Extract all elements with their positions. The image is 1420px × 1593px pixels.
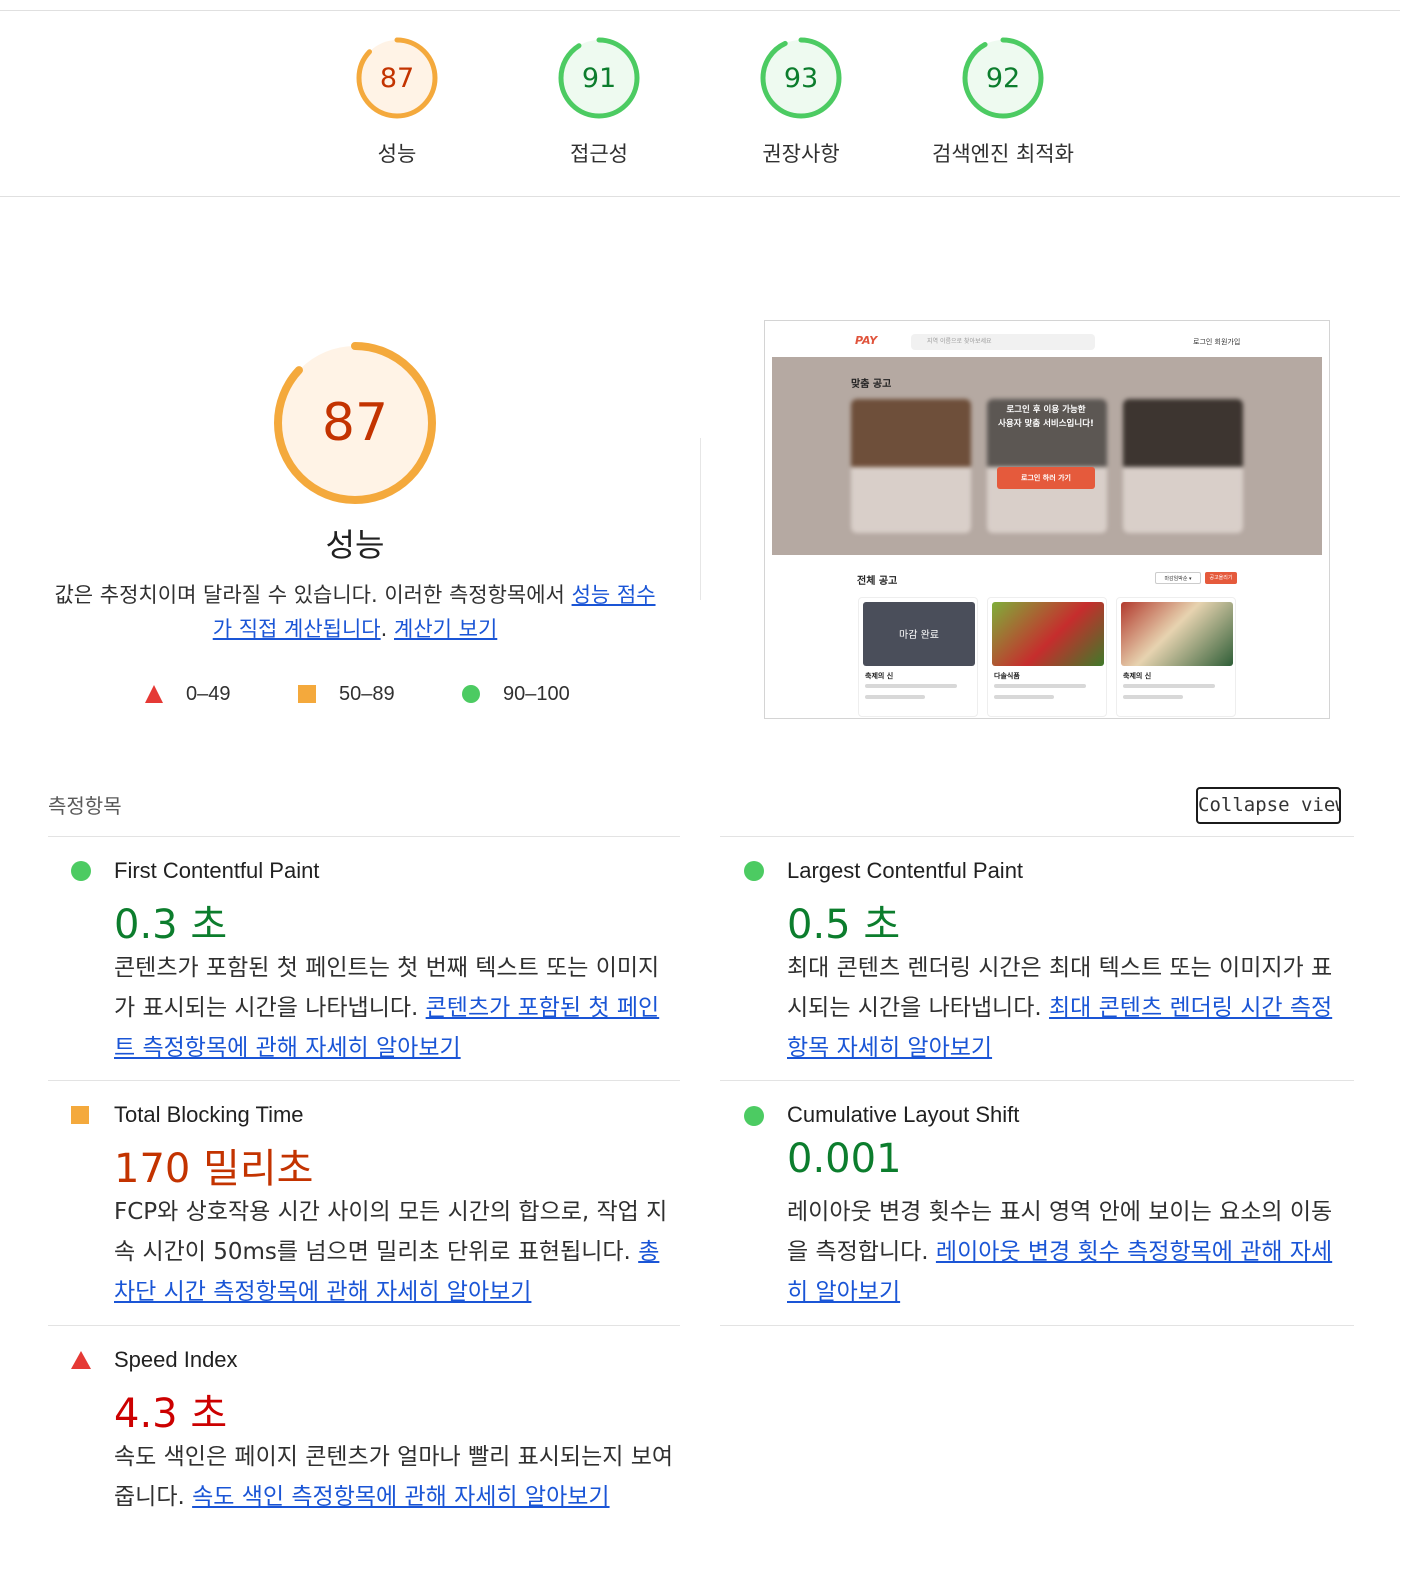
metric-description-text: FCP와 상호작용 시간 사이의 모든 시간의 합으로, 작업 지속 시간이 5… [114, 1199, 668, 1265]
metric-divider [48, 1325, 680, 1326]
metric-divider [48, 836, 680, 837]
legend-range: 50–89 [339, 682, 395, 705]
gauge-score: 91 [582, 63, 616, 94]
final-screenshot[interactable]: PAY 지역 이름으로 찾아보세요 로그인 회원가입 맞춤 공고 로그인 후 이… [764, 320, 1330, 719]
metric-description: 속도 색인은 페이지 콘텐츠가 얼마나 빨리 표시되는지 보여줍니다. 속도 색… [114, 1437, 674, 1517]
top-divider [0, 10, 1400, 11]
score-gauge-seo[interactable]: 92 검색엔진 최적화 [913, 36, 1093, 176]
metric-divider [48, 1080, 680, 1081]
card-name: 축제의 신 [865, 672, 894, 680]
screenshot-card: 축제의 신 [1116, 597, 1236, 717]
screenshot-card: 다솔식품 [987, 597, 1107, 717]
screenshot-search: 지역 이름으로 찾아보세요 [911, 334, 1095, 350]
card-name: 다솔식품 [994, 672, 1020, 680]
gauge-ring: 91 [558, 37, 640, 119]
score-gauge-performance[interactable]: 87 성능 [307, 36, 487, 176]
score-gauge-accessibility[interactable]: 91 접근성 [509, 36, 689, 176]
gauge-label: 검색엔진 최적화 [932, 142, 1074, 166]
metric-description: FCP와 상호작용 시간 사이의 모든 시간의 합으로, 작업 지속 시간이 5… [114, 1192, 674, 1312]
metric-divider [720, 836, 1354, 837]
card-overlay: 마감 완료 [899, 630, 939, 641]
gauge-score: 93 [784, 63, 818, 94]
collapse-view-button[interactable]: Collapse view [1196, 787, 1341, 824]
metric-description: 최대 콘텐츠 렌더링 시간은 최대 텍스트 또는 이미지가 표시되는 시간을 나… [787, 948, 1347, 1068]
performance-description: 값은 추정치이며 달라질 수 있습니다. 이러한 측정항목에서 성능 점수가 직… [50, 578, 660, 646]
pass-circle-icon [744, 1106, 764, 1126]
vertical-divider [700, 438, 701, 600]
legend-range: 0–49 [186, 682, 231, 705]
metric-value: 0.3 초 [114, 902, 228, 948]
screenshot-write-button: 공고올리기 [1205, 572, 1237, 584]
screenshot-logo: PAY [855, 334, 878, 347]
triangle-icon [145, 685, 163, 703]
metric-title: First Contentful Paint [114, 858, 320, 883]
description-separator: . [380, 617, 394, 641]
header-divider [0, 196, 1400, 197]
legend-range: 90–100 [503, 682, 570, 705]
gauge-ring: 93 [760, 37, 842, 119]
screenshot-login-button: 로그인 하러 가기 [997, 467, 1095, 489]
pass-circle-icon [744, 861, 764, 881]
metric-description: 콘텐츠가 포함된 첫 페인트는 첫 번째 텍스트 또는 이미지가 표시되는 시간… [114, 948, 674, 1068]
screenshot-card: 마감 완료 축제의 신 [858, 597, 978, 717]
metrics-header: 측정항목 [48, 794, 122, 818]
notice-line: 로그인 후 이용 가능한 [1006, 405, 1086, 415]
metric-value: 4.3 초 [114, 1391, 228, 1437]
blurred-card [851, 399, 971, 533]
legend-average: 50–89 [297, 680, 395, 708]
legend-fail: 0–49 [144, 680, 231, 708]
legend-pass: 90–100 [461, 680, 570, 708]
metric-title: Cumulative Layout Shift [787, 1102, 1020, 1127]
fail-triangle-icon [71, 1351, 91, 1369]
screenshot-sort: 마감임박순 ▾ [1155, 572, 1201, 584]
notice-line: 사용자 맞춤 서비스입니다! [998, 419, 1094, 429]
learn-more-link[interactable]: 속도 색인 측정항목에 관해 자세히 알아보기 [192, 1484, 609, 1510]
pass-circle-icon [71, 861, 91, 881]
average-square-icon [71, 1106, 89, 1124]
square-icon [298, 685, 316, 703]
gauge-ring: 92 [962, 37, 1044, 119]
gauge-label: 접근성 [570, 142, 628, 166]
screenshot-hero-title: 맞춤 공고 [851, 379, 892, 390]
gauge-score: 92 [986, 63, 1020, 94]
calculator-link[interactable]: 계산기 보기 [394, 617, 497, 641]
metric-divider [720, 1080, 1354, 1081]
description-text: 값은 추정치이며 달라질 수 있습니다. 이러한 측정항목에서 [54, 583, 572, 607]
performance-title: 성능 [325, 526, 385, 564]
blurred-card [1123, 399, 1243, 533]
metric-value: 0.5 초 [787, 902, 901, 948]
gauge-label: 성능 [377, 142, 417, 166]
metric-title: Largest Contentful Paint [787, 858, 1024, 883]
performance-score: 87 [322, 393, 388, 453]
circle-icon [462, 685, 480, 703]
performance-gauge-ring: 87 [274, 342, 436, 504]
screenshot-notice: 로그인 후 이용 가능한 사용자 맞춤 서비스입니다! [985, 403, 1107, 431]
gauge-ring: 87 [356, 37, 438, 119]
metric-title: Total Blocking Time [114, 1102, 304, 1127]
card-name: 축제의 신 [1123, 672, 1152, 680]
gauge-score: 87 [380, 63, 414, 94]
performance-gauge: 87 [270, 338, 440, 508]
metric-description: 레이아웃 변경 횟수는 표시 영역 안에 보이는 요소의 이동을 측정합니다. … [787, 1192, 1347, 1312]
metric-title: Speed Index [114, 1347, 238, 1372]
screenshot-nav: 로그인 회원가입 [1193, 338, 1241, 346]
screenshot-all-title: 전체 공고 [857, 576, 898, 587]
metric-value: 0.001 [787, 1136, 902, 1182]
metric-divider [720, 1325, 1354, 1326]
metric-value: 170 밀리초 [114, 1146, 314, 1192]
score-gauge-best-practices[interactable]: 93 권장사항 [711, 36, 891, 176]
gauge-label: 권장사항 [762, 142, 840, 166]
